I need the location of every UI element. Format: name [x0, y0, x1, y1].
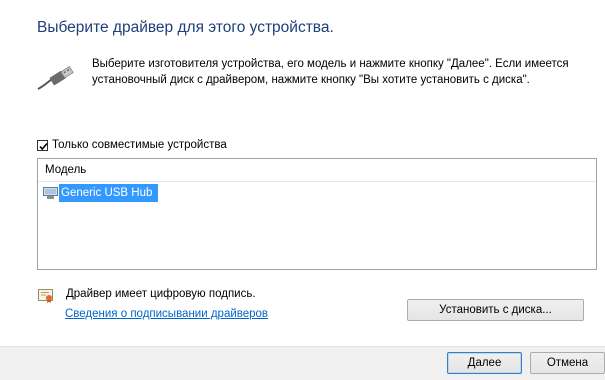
next-button[interactable]: Далее: [447, 352, 522, 374]
instructions-text: Выберите изготовителя устройства, его мо…: [92, 58, 569, 86]
list-item-label[interactable]: Generic USB Hub: [59, 184, 159, 202]
compatible-devices-row[interactable]: Только совместимые устройства: [37, 137, 227, 153]
cancel-button[interactable]: Отмена: [530, 352, 605, 374]
usb-plug-icon: [37, 66, 74, 90]
certificate-icon: [38, 289, 53, 303]
driver-signing-link[interactable]: Сведения о подписывании драйверов: [65, 308, 268, 320]
compatible-devices-label[interactable]: Только совместимые устройства: [52, 139, 227, 151]
model-list[interactable]: Модель Generic USB Hub: [37, 158, 597, 270]
compatible-devices-checkbox[interactable]: [37, 139, 48, 151]
usb-hub-icon: [43, 187, 58, 199]
signature-status-text: Драйвер имеет цифровую подпись.: [66, 288, 256, 300]
model-column-header[interactable]: Модель: [38, 159, 596, 182]
page-title: Выберите драйвер для этого устройства.: [37, 19, 334, 36]
list-item[interactable]: Generic USB Hub: [38, 184, 596, 202]
install-from-disk-button[interactable]: Установить с диска...: [407, 299, 584, 321]
